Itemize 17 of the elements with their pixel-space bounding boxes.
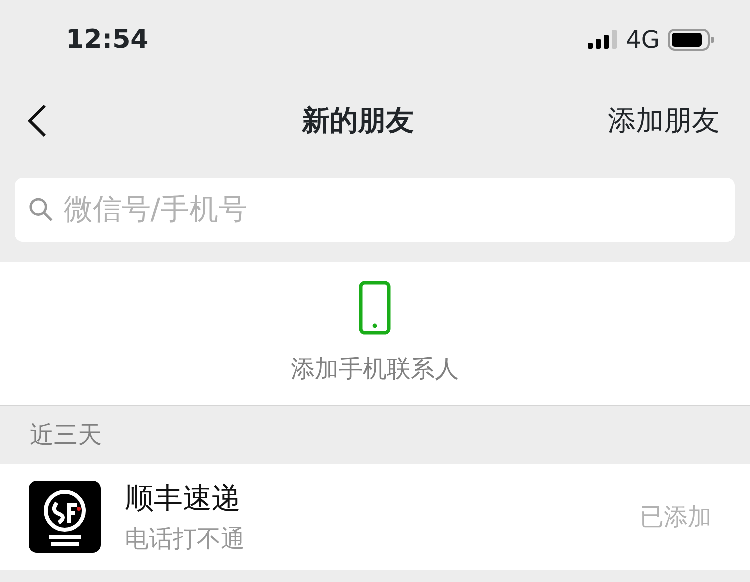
search-bar[interactable]: 微信号/手机号 [15, 178, 735, 242]
friend-note: 电话打不通 [125, 524, 246, 555]
back-icon[interactable] [26, 104, 48, 138]
phone-icon[interactable] [359, 280, 391, 334]
friend-name: 顺丰速递 [125, 480, 242, 518]
search-icon [29, 197, 54, 223]
add-contacts-label[interactable]: 添加手机联系人 [291, 350, 459, 386]
network-label: 4G [626, 25, 660, 56]
section-header: 近三天 [29, 420, 103, 451]
add-friend-link[interactable]: 添加朋友 [608, 100, 720, 142]
signal-icon [588, 30, 618, 50]
avatar-icon [29, 481, 101, 553]
page-title: 新的朋友 [302, 103, 414, 139]
search-field[interactable]: 微信号/手机号 [62, 187, 721, 233]
battery-icon [668, 29, 714, 51]
status-label: 已添加 [640, 502, 712, 533]
status-time: 12:54 [66, 24, 149, 56]
